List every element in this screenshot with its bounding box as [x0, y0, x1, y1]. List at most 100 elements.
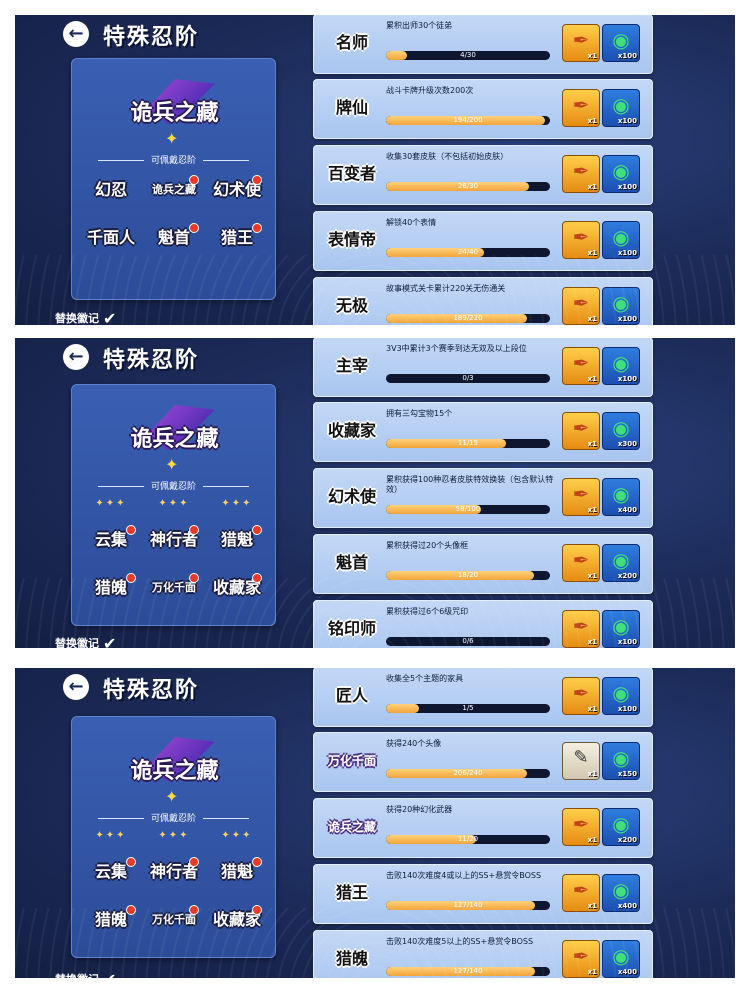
achievement-card[interactable]: 牌仙 战斗卡牌升级次数200次 194/200 ✒ x1 ◉ x100	[313, 79, 653, 139]
achievement-card[interactable]: 收藏家 拥有三勾宝物15个 11/15 ✒ x1 ◉ x300	[313, 402, 653, 462]
reward-scroll[interactable]: ✒ x1	[562, 89, 600, 127]
reward-quantity: x400	[617, 902, 637, 910]
progress-text: 189/220	[453, 314, 483, 322]
progress-bar: 194/200	[386, 116, 550, 125]
reward-scroll[interactable]: ✒ x1	[562, 940, 600, 978]
scroll-icon: ✒	[572, 291, 590, 315]
rank-badge[interactable]: 神行者	[147, 525, 201, 555]
achievement-card[interactable]: 魁首 累积获得过20个头像框 18/20 ✒ x1 ◉ x200	[313, 534, 653, 594]
reward-jade[interactable]: ◉ x100	[602, 89, 640, 127]
replace-emblem-toggle[interactable]: 替换徽记 ✔	[55, 634, 116, 648]
reward-quantity: x300	[617, 440, 637, 448]
reward-jade[interactable]: ◉ x400	[602, 874, 640, 912]
reward-scroll[interactable]: ✒ x1	[562, 874, 600, 912]
achievement-card[interactable]: 表情帝 解锁40个表情 24/40 ✒ x1 ◉ x100	[313, 211, 653, 271]
rank-badge[interactable]: 收藏家	[210, 905, 264, 935]
achievement-description: 收集30套皮肤（不包括初始皮肤）	[386, 152, 509, 161]
reward-scroll[interactable]: ✒ x1	[562, 24, 600, 62]
rank-badge-partial[interactable]: ✦✦✦	[84, 831, 138, 841]
reward-jade[interactable]: ◉ x100	[602, 24, 640, 62]
reward-scroll[interactable]: ✒ x1	[562, 412, 600, 450]
rank-stub-row: ✦✦✦ ✦✦✦ ✦✦✦	[84, 499, 264, 509]
rank-badge-partial[interactable]: ✦✦✦	[84, 499, 138, 509]
achievement-badge: 猎王	[335, 883, 368, 902]
rank-badge[interactable]: 猎魄	[84, 573, 138, 603]
scroll-icon: ✒	[572, 28, 590, 52]
star-icon: ✦	[165, 455, 179, 474]
rank-badge-partial[interactable]: ✦✦✦	[147, 499, 201, 509]
page-title: 特殊忍阶	[103, 347, 200, 373]
reward-jade[interactable]: ◉ x400	[602, 940, 640, 978]
reward-scroll[interactable]: ✒ x1	[562, 677, 600, 715]
rank-badge[interactable]: 收藏家	[210, 573, 264, 603]
replace-emblem-toggle[interactable]: 替换徽记 ✔	[55, 309, 116, 325]
scroll-icon: ✒	[572, 225, 590, 249]
jade-icon: ◉	[612, 291, 630, 315]
reward-scroll[interactable]: ✒ x1	[562, 347, 600, 385]
reward-scroll[interactable]: ✒ x1	[562, 544, 600, 582]
scroll-icon: ✒	[572, 548, 590, 572]
reward-jade[interactable]: ◉ x100	[602, 610, 640, 648]
jade-icon: ◉	[612, 225, 630, 249]
back-arrow-icon[interactable]: ←	[63, 21, 89, 47]
reward-scroll[interactable]: ✒ x1	[562, 610, 600, 648]
progress-text: 206/240	[453, 769, 483, 777]
achievement-card[interactable]: 猎魄 击败140次难度5以上的SS+悬赏令BOSS 127/140 ✒ x1 ◉ x400	[313, 930, 653, 978]
rank-badge[interactable]: 神行者	[147, 857, 201, 887]
rank-badge[interactable]: 万化千面	[147, 905, 201, 935]
replace-emblem-toggle[interactable]: 替换徽记 ✔	[55, 970, 116, 978]
rank-badge[interactable]: 猎魄	[84, 905, 138, 935]
achievement-card[interactable]: 幻术使 累积获得100种忍者皮肤特效换装（包含默认特效） 58/100 ✒ x1 ◉ x40…	[313, 468, 653, 528]
achievement-card[interactable]: 万化千面 获得240个头像 206/240 ✎ x1 ◉ x150	[313, 732, 653, 792]
reward-scroll[interactable]: ✒ x1	[562, 808, 600, 846]
reward-jade[interactable]: ◉ x100	[602, 287, 640, 325]
reward-jade[interactable]: ◉ x400	[602, 478, 640, 516]
rank-badge[interactable]: 猎魁	[210, 525, 264, 555]
reward-jade[interactable]: ◉ x200	[602, 544, 640, 582]
achievement-card[interactable]: 名师 累积出师30个徒弟 4/30 ✒ x1 ◉ x100	[313, 15, 653, 74]
rank-badge-partial[interactable]: ✦✦✦	[210, 831, 264, 841]
reward-quantity: x1	[587, 506, 597, 514]
achievement-card[interactable]: 匠人 收集全5个主题的家具 1/5 ✒ x1 ◉ x100	[313, 668, 653, 727]
reward-scroll[interactable]: ✒ x1	[562, 478, 600, 516]
rank-badge[interactable]: 魁首	[147, 223, 201, 253]
rank-row: 云集 神行者 猎魁	[84, 525, 264, 555]
reward-scroll[interactable]: ✒ x1	[562, 221, 600, 259]
reward-scroll[interactable]: ✒ x1	[562, 287, 600, 325]
reward-jade[interactable]: ◉ x100	[602, 155, 640, 193]
back-arrow-icon[interactable]: ←	[63, 674, 89, 700]
rank-badge[interactable]: 猎王	[210, 223, 264, 253]
rank-badge[interactable]: 幻术使	[210, 175, 264, 205]
achievement-card[interactable]: 主宰 3V3中累计3个赛季到达无双及以上段位 0/3 ✒ x1 ◉ x100	[313, 338, 653, 397]
reward-quantity: x1	[587, 836, 597, 844]
rank-badge[interactable]: 云集	[84, 525, 138, 555]
jade-icon: ◉	[612, 746, 630, 770]
achievement-card[interactable]: 无极 故事模式关卡累计220关无伤通关 189/220 ✒ x1 ◉ x100	[313, 277, 653, 325]
rank-badge[interactable]: 诡兵之藏	[147, 175, 201, 205]
reward-jade[interactable]: ◉ x100	[602, 221, 640, 259]
rank-badge[interactable]: 云集	[84, 857, 138, 887]
achievement-card[interactable]: 猎王 击败140次难度4或以上的SS+悬赏令BOSS 127/140 ✒ x1 ◉ x400	[313, 864, 653, 924]
reward-scroll[interactable]: ✒ x1	[562, 155, 600, 193]
scroll-icon: ✒	[572, 944, 590, 968]
rank-badge-partial[interactable]: ✦✦✦	[147, 831, 201, 841]
achievement-card[interactable]: 诡兵之藏 获得20种幻化武器 11/20 ✒ x1 ◉ x200	[313, 798, 653, 858]
reward-jade[interactable]: ◉ x100	[602, 677, 640, 715]
rank-badge[interactable]: 猎魁	[210, 857, 264, 887]
reward-jade[interactable]: ◉ x150	[602, 742, 640, 780]
rank-badge[interactable]: 万化千面	[147, 573, 201, 603]
reward-jade[interactable]: ◉ x200	[602, 808, 640, 846]
rank-badge[interactable]: 千面人	[84, 223, 138, 253]
reward-jade[interactable]: ◉ x100	[602, 347, 640, 385]
achievement-badge: 牌仙	[335, 98, 368, 117]
reward-jade[interactable]: ◉ x300	[602, 412, 640, 450]
progress-bar: 58/100	[386, 505, 550, 514]
reward-scroll[interactable]: ✎ x1	[562, 742, 600, 780]
rank-badge-partial[interactable]: ✦✦✦	[210, 499, 264, 509]
rank-badge[interactable]: 幻忍	[84, 175, 138, 205]
progress-bar: 11/15	[386, 439, 550, 448]
achievement-card[interactable]: 铭印师 累积获得过6个6级咒印 0/6 ✒ x1 ◉ x100	[313, 600, 653, 648]
achievement-card[interactable]: 百变者 收集30套皮肤（不包括初始皮肤） 26/30 ✒ x1 ◉ x100	[313, 145, 653, 205]
back-arrow-icon[interactable]: ←	[63, 344, 89, 370]
notification-dot	[126, 905, 136, 915]
